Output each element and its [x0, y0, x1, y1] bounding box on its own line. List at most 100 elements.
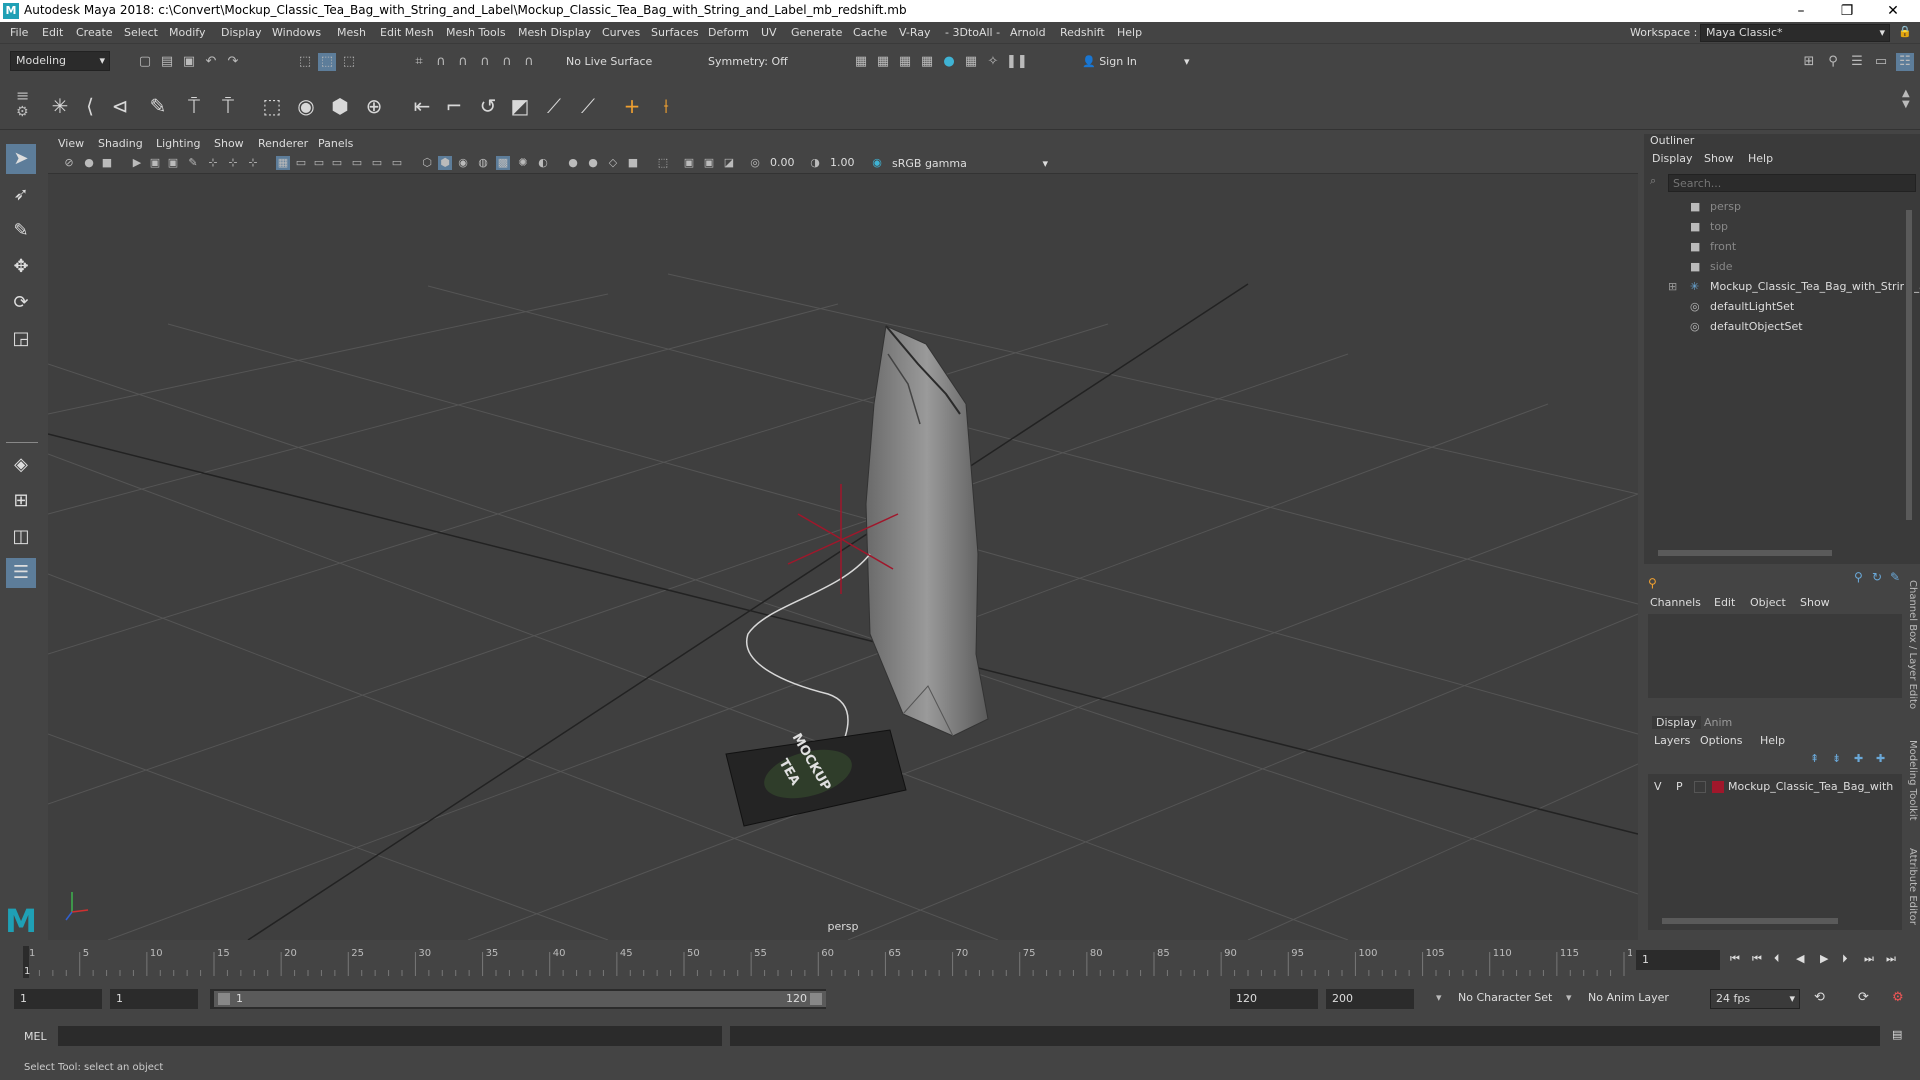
shelf-menu-icon[interactable]: ≡ [16, 86, 29, 105]
bezier-curve-icon[interactable]: ⊲ [106, 92, 134, 120]
layer-color-swatch[interactable] [1712, 781, 1724, 793]
lights-icon[interactable]: ◍ [476, 156, 490, 170]
human-ik-icon[interactable]: ⚲ [1824, 53, 1842, 71]
outliner-hscroll[interactable] [1648, 548, 1902, 558]
close-button[interactable]: ✕ [1870, 0, 1916, 22]
grid-toggle-icon[interactable]: ⊹ [206, 156, 220, 170]
command-language-label[interactable]: MEL [24, 1030, 47, 1043]
gate-mask-icon[interactable]: ▦ [276, 156, 290, 170]
menu-help[interactable]: Help [1117, 26, 1142, 39]
curve-tool-icon[interactable]: ✳ [46, 92, 74, 120]
two-view-icon[interactable]: ◫ [6, 522, 36, 552]
vp-menu-panels[interactable]: Panels [318, 137, 353, 150]
step-forward-key-icon[interactable]: ⏭ [1864, 952, 1874, 966]
channel-key-icon[interactable]: ⚲ [1648, 576, 1657, 590]
exposure-icon[interactable]: ◎ [748, 156, 762, 170]
ambient-occlusion-icon[interactable]: ◐ [536, 156, 550, 170]
modeling-toolkit-side-tab[interactable]: Modeling Toolkit [1904, 740, 1918, 830]
xray-icon[interactable]: ▩ [496, 156, 510, 170]
snap-pivot-icon[interactable]: ∩ [520, 53, 538, 71]
shelf-settings-icon[interactable]: ⚙ [16, 104, 29, 120]
loop-icon[interactable]: ⟲ [1814, 990, 1825, 1005]
new-layer-selected-icon[interactable]: ✚ [1876, 752, 1885, 765]
attribute-editor-side-tab[interactable]: Attribute Editor [1904, 848, 1918, 938]
go-to-start-icon[interactable]: ⏮ [1730, 952, 1740, 966]
menu-arnold[interactable]: Arnold [1010, 26, 1046, 39]
colorspace-dropdown[interactable]: sRGB gamma ▾ [886, 155, 1052, 172]
safe-action-icon[interactable]: ▭ [312, 156, 326, 170]
lasso-tool-icon[interactable]: ➶ [6, 180, 36, 210]
command-input[interactable] [58, 1026, 722, 1046]
channel-menu-channels[interactable]: Channels [1650, 596, 1701, 609]
menu-mesh-tools[interactable]: Mesh Tools [446, 26, 506, 39]
channel-menu-edit[interactable]: Edit [1714, 596, 1735, 609]
menu-generate[interactable]: Generate [791, 26, 842, 39]
tool-settings-icon[interactable]: ▭ [1872, 53, 1890, 71]
save-scene-icon[interactable]: ▣ [180, 53, 198, 71]
hud-icon[interactable]: ⬚ [656, 156, 670, 170]
new-layer-icon[interactable]: ✚ [1854, 752, 1863, 765]
channel-box-side-tab[interactable]: Channel Box / Layer Editor [1904, 580, 1918, 720]
layer-tab-display[interactable]: Display [1652, 716, 1701, 729]
channel-pin-icon[interactable]: ✎ [1890, 570, 1900, 584]
camera-select-icon[interactable]: ⊘ [62, 156, 76, 170]
paint-select-icon[interactable]: ✎ [6, 216, 36, 246]
search-options-icon[interactable]: ⌕ [1650, 174, 1656, 188]
outliner-search-input[interactable] [1668, 174, 1916, 192]
outliner-menu-display[interactable]: Display [1652, 152, 1693, 165]
render-settings-icon[interactable]: ▦ [918, 53, 936, 71]
menuset-dropdown[interactable]: Modeling ▾ [10, 51, 110, 71]
anim-layer-chevron-icon[interactable]: ▾ [1566, 991, 1572, 1004]
sign-in-button[interactable]: 👤 Sign In ▾ [1082, 52, 1198, 72]
modeling-toolkit-icon[interactable]: ⊞ [1800, 53, 1818, 71]
isolate-select-icon[interactable]: ■ [626, 156, 640, 170]
layer-name[interactable]: Mockup_Classic_Tea_Bag_with [1728, 780, 1893, 793]
script-editor-icon[interactable]: ▤ [1892, 1028, 1902, 1041]
render-current-icon[interactable]: ▦ [874, 53, 892, 71]
render-view-icon[interactable]: ▦ [852, 53, 870, 71]
range-end-grip[interactable] [810, 993, 822, 1005]
vp-menu-view[interactable]: View [58, 137, 84, 150]
antialiasing-icon[interactable]: ● [586, 156, 600, 170]
undo-icon[interactable]: ↶ [202, 53, 220, 71]
menu-deform[interactable]: Deform [708, 26, 749, 39]
wireframe-icon[interactable]: ▭ [350, 156, 364, 170]
animation-start-field[interactable]: 1 [14, 989, 102, 1009]
menu-mesh[interactable]: Mesh [337, 26, 366, 39]
extrude-icon[interactable]: ⇤ [408, 92, 436, 120]
menu-display[interactable]: Display [221, 26, 262, 39]
snap-surface-icon[interactable]: ∩ [498, 53, 516, 71]
current-frame-field[interactable]: 1 [1636, 950, 1720, 970]
boundary-icon[interactable]: ⟋ [574, 92, 602, 120]
safe-title-icon[interactable]: ▭ [330, 156, 344, 170]
play-backwards-icon[interactable]: ◀ [1796, 952, 1804, 965]
select-tool-icon[interactable]: ➤ [6, 144, 36, 174]
color-management-icon[interactable]: ◉ [870, 156, 884, 170]
lock-icon[interactable]: 🔒 [1898, 25, 1912, 38]
move-tool-icon[interactable]: ✥ [6, 252, 36, 282]
channel-filter-icon[interactable]: ⚲ [1854, 570, 1863, 584]
menu-edit-mesh[interactable]: Edit Mesh [380, 26, 434, 39]
bevel-icon[interactable]: ⟋ [540, 92, 568, 120]
pause-icon[interactable]: ❚❚ [1006, 53, 1028, 71]
snap-view-icon[interactable]: ∩ [476, 53, 494, 71]
character-set-chevron-icon[interactable]: ▾ [1436, 991, 1442, 1004]
image-plane-icon[interactable]: ▣ [148, 156, 162, 170]
layer-row[interactable]: V P Mockup_Classic_Tea_Bag_with [1648, 778, 1902, 796]
redo-icon[interactable]: ↷ [224, 53, 242, 71]
planar-icon[interactable]: ◩ [506, 92, 534, 120]
scale-tool-icon[interactable]: ◲ [6, 324, 36, 354]
exposure-value[interactable]: 0.00 [770, 156, 795, 169]
menu-file[interactable]: File [10, 26, 28, 39]
poly-torus-icon[interactable]: ⊕ [360, 92, 388, 120]
shadows-icon[interactable]: ✺ [516, 156, 530, 170]
new-scene-icon[interactable]: ▢ [136, 53, 154, 71]
layer-menu-help[interactable]: Help [1760, 734, 1785, 747]
gamma-value[interactable]: 1.00 [830, 156, 855, 169]
ipr-render-icon[interactable]: ▦ [896, 53, 914, 71]
maximize-button[interactable]: ❐ [1824, 0, 1870, 22]
character-set-field[interactable]: No Character Set [1458, 991, 1552, 1004]
outliner-item[interactable]: ◎ defaultObjectSet [1690, 320, 1803, 333]
fps-dropdown[interactable]: 24 fps ▾ [1710, 989, 1800, 1009]
menu-mesh-display[interactable]: Mesh Display [518, 26, 591, 39]
